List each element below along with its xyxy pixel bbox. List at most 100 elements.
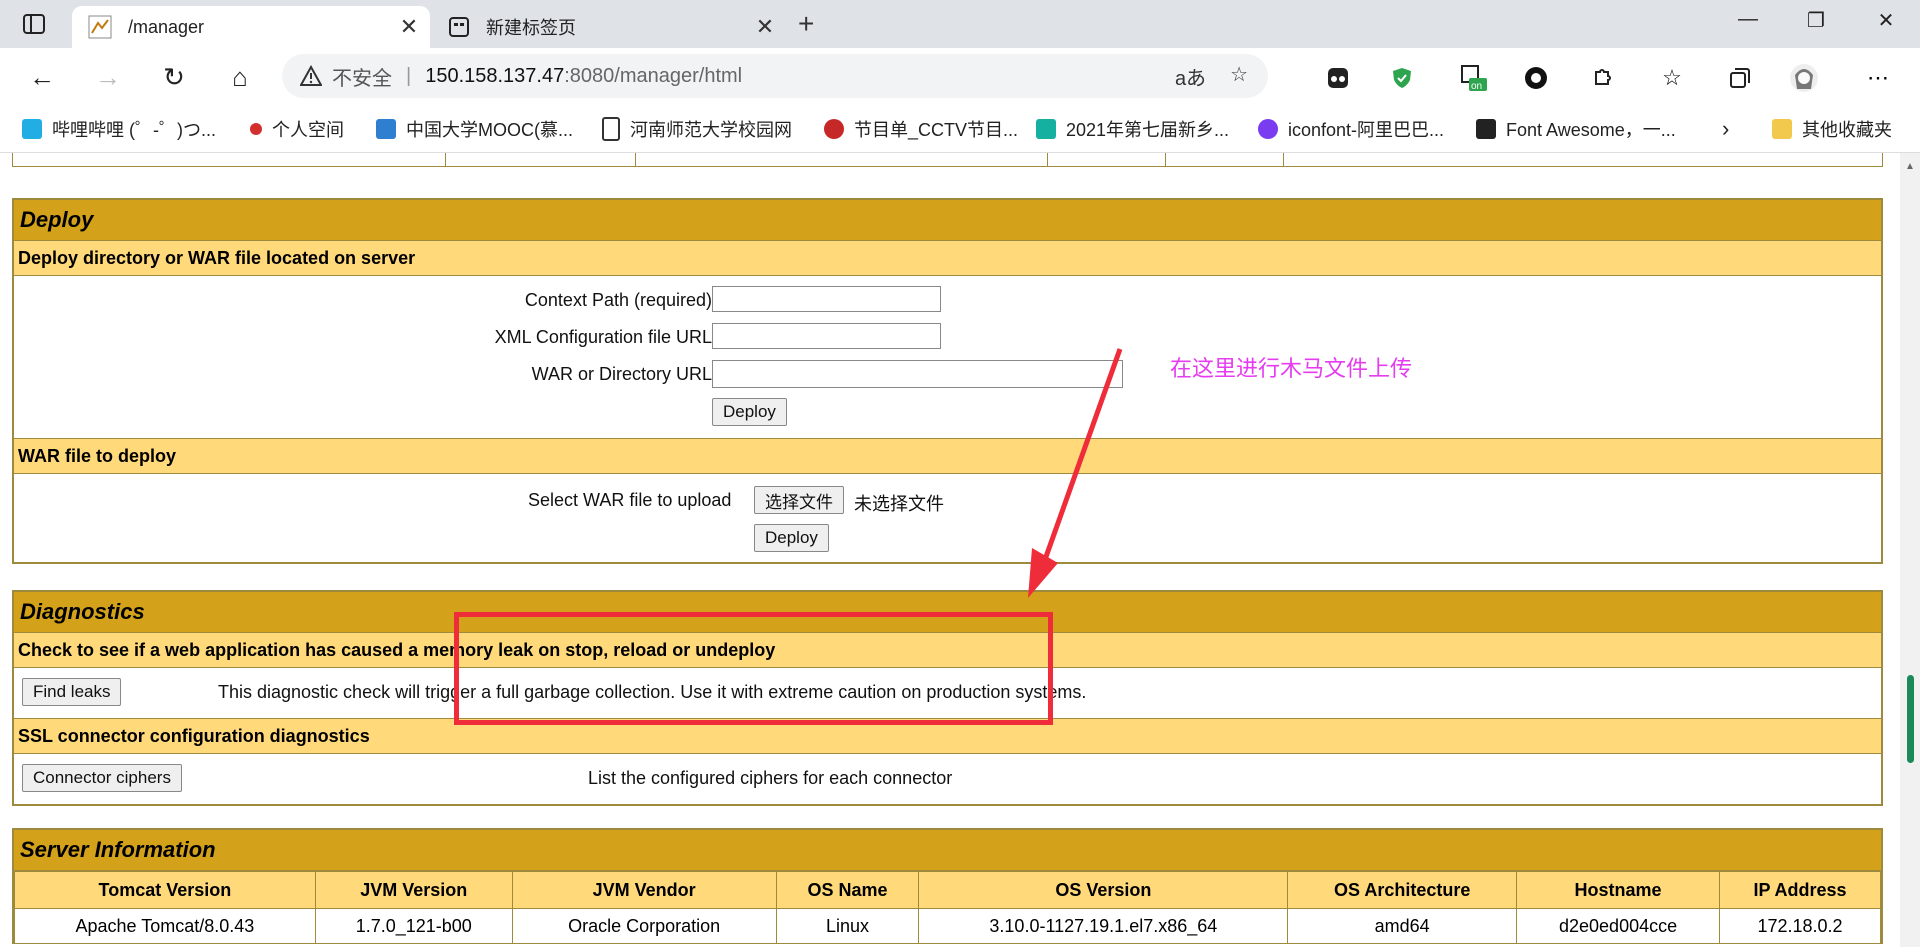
bookmark-label: 节目单_CCTV节目...	[854, 120, 1019, 140]
column-header: JVM Version	[314, 871, 513, 909]
table-cell: 3.10.0-1127.19.1.el7.x86_64	[918, 908, 1289, 944]
bookmark-item[interactable]: Font Awesome，一...	[1476, 116, 1676, 142]
dots-icon	[1328, 68, 1348, 88]
bookmark-label: 河南师范大学校园网	[630, 120, 792, 140]
bookmark-item[interactable]: 河南师范大学校园网	[602, 116, 792, 142]
add-favorite-icon[interactable]: ☆	[1230, 62, 1248, 91]
column-header: OS Version	[918, 871, 1289, 909]
tab-actions-button[interactable]	[18, 10, 50, 38]
ssl-row: Connector ciphers List the configured ci…	[14, 754, 1881, 804]
deploy-section: Deploy Deploy directory or WAR file loca…	[12, 198, 1883, 564]
circle-icon	[1525, 67, 1547, 89]
bookmark-item[interactable]: 2021年第七届新乡...	[1036, 116, 1229, 142]
forward-icon[interactable]: →	[90, 60, 126, 94]
table-cell: amd64	[1287, 908, 1518, 944]
extension-dark-icon[interactable]	[1322, 62, 1354, 94]
profile-avatar[interactable]	[1788, 62, 1820, 94]
xml-config-label: XML Configuration file URL:	[494, 327, 717, 347]
bookmark-item[interactable]: iconfont-阿里巴巴...	[1258, 116, 1444, 142]
avatar-icon	[1790, 64, 1818, 92]
collections-icon[interactable]	[1724, 62, 1756, 94]
annotation-text: 在这里进行木马文件上传	[1170, 356, 1413, 381]
bookmark-label: iconfont-阿里巴巴...	[1288, 120, 1445, 140]
url-host: 150.158.137.47	[425, 64, 565, 87]
minimize-icon[interactable]: —	[1728, 8, 1768, 31]
column-header: OS Name	[775, 871, 920, 909]
s-logo-icon	[1036, 119, 1056, 139]
home-icon[interactable]: ⌂	[222, 60, 258, 94]
chevron-right-icon[interactable]: ›	[1722, 116, 1729, 142]
page-scrollbar[interactable]: ▲	[1900, 153, 1920, 947]
security-label[interactable]: 不安全	[332, 62, 392, 91]
tab-title: /manager	[128, 16, 205, 37]
shield-icon	[1393, 68, 1411, 88]
favorites-icon[interactable]: ☆	[1656, 62, 1688, 94]
choose-file-button[interactable]: 选择文件	[754, 486, 844, 514]
svg-text:on: on	[1471, 81, 1482, 92]
find-leaks-button[interactable]: Find leaks	[22, 678, 122, 706]
context-path-label: Context Path (required):	[524, 290, 717, 310]
close-window-icon[interactable]: ✕	[1866, 8, 1906, 33]
table-cell: 172.18.0.2	[1719, 908, 1881, 944]
table-cell: 1.7.0_121-b00	[314, 908, 513, 944]
extensions-puzzle-icon[interactable]	[1586, 62, 1618, 94]
war-upload-form: Select WAR file to upload 选择文件 未选择文件 Dep…	[14, 474, 1881, 562]
tab-strip: /manager ✕ 新建标签页 ✕ + — ❐ ✕	[0, 0, 1920, 48]
iconfont-icon	[1258, 119, 1278, 139]
restore-icon[interactable]: ❐	[1796, 8, 1836, 33]
page-content: Deploy Deploy directory or WAR file loca…	[0, 153, 1900, 947]
close-tab-icon[interactable]: ✕	[394, 14, 424, 40]
bookmark-label: 哔哩哔哩 (゜-゜)つ...	[52, 120, 216, 140]
war-dir-label: WAR or Directory URL:	[531, 364, 717, 384]
connector-ciphers-button[interactable]: Connector ciphers	[22, 764, 182, 792]
weibo-icon	[250, 123, 262, 135]
close-tab-icon[interactable]: ✕	[750, 14, 780, 40]
bilibili-icon	[22, 119, 42, 139]
bookmark-label: Font Awesome，一...	[1506, 120, 1676, 140]
ciphers-description: List the configured ciphers for each con…	[588, 768, 953, 788]
previous-table-remnant	[12, 153, 1883, 167]
annotation-highlight-box	[454, 612, 1053, 725]
address-bar[interactable]: 不安全 | 150.158.137.47:8080/manager/html a…	[282, 54, 1268, 98]
mooc-icon	[376, 119, 396, 139]
select-war-label: Select WAR file to upload	[528, 490, 732, 510]
font-awesome-icon	[1476, 119, 1496, 139]
bookmarks-bar: 哔哩哔哩 (゜-゜)つ... 个人空间 中国大学MOOC(慕... 河南师范大学…	[0, 106, 1920, 153]
context-path-input[interactable]	[712, 286, 941, 312]
read-aloud-icon[interactable]: aあ	[1175, 62, 1206, 91]
bookmark-item[interactable]: 节目单_CCTV节目...	[824, 116, 1018, 142]
xml-config-input[interactable]	[712, 323, 941, 349]
bookmark-item[interactable]: 中国大学MOOC(慕...	[376, 116, 573, 142]
on-badge-icon: on	[1461, 65, 1487, 92]
tab-manager[interactable]: /manager ✕	[72, 6, 430, 48]
puzzle-icon	[1595, 69, 1611, 85]
back-icon[interactable]: ←	[24, 60, 60, 94]
bookmark-item[interactable]: 哔哩哔哩 (゜-゜)つ...	[22, 116, 216, 142]
toggle-extension-icon[interactable]: on	[1458, 62, 1490, 94]
deploy-server-button[interactable]: Deploy	[712, 398, 787, 426]
new-tab-button[interactable]: +	[798, 10, 814, 38]
column-header: IP Address	[1719, 871, 1881, 909]
tab-new[interactable]: 新建标签页 ✕	[436, 6, 786, 48]
deploy-title: Deploy	[14, 200, 1881, 241]
column-header: Tomcat Version	[14, 871, 316, 909]
no-file-text: 未选择文件	[854, 494, 944, 514]
deploy-war-button[interactable]: Deploy	[754, 524, 829, 552]
bookmark-item[interactable]: 个人空间	[250, 116, 344, 142]
record-extension-icon[interactable]	[1520, 62, 1552, 94]
table-cell: Apache Tomcat/8.0.43	[14, 908, 316, 944]
refresh-icon[interactable]: ↻	[156, 60, 192, 94]
table-row: Apache Tomcat/8.0.43 1.7.0_121-b00 Oracl…	[14, 908, 1881, 944]
scroll-up-icon[interactable]: ▲	[1905, 161, 1915, 172]
folder-icon	[1772, 119, 1792, 139]
other-bookmarks[interactable]: 其他收藏夹	[1772, 116, 1892, 142]
shield-extension-icon[interactable]	[1386, 62, 1418, 94]
table-cell: Linux	[775, 908, 920, 944]
page-icon	[602, 117, 620, 141]
warning-icon	[300, 65, 322, 86]
tab-title: 新建标签页	[486, 18, 576, 38]
url-path: :8080/manager/html	[564, 64, 743, 87]
more-menu-icon[interactable]: ⋯	[1862, 62, 1894, 94]
table-cell: Oracle Corporation	[511, 908, 777, 944]
scroll-thumb[interactable]	[1907, 675, 1914, 763]
